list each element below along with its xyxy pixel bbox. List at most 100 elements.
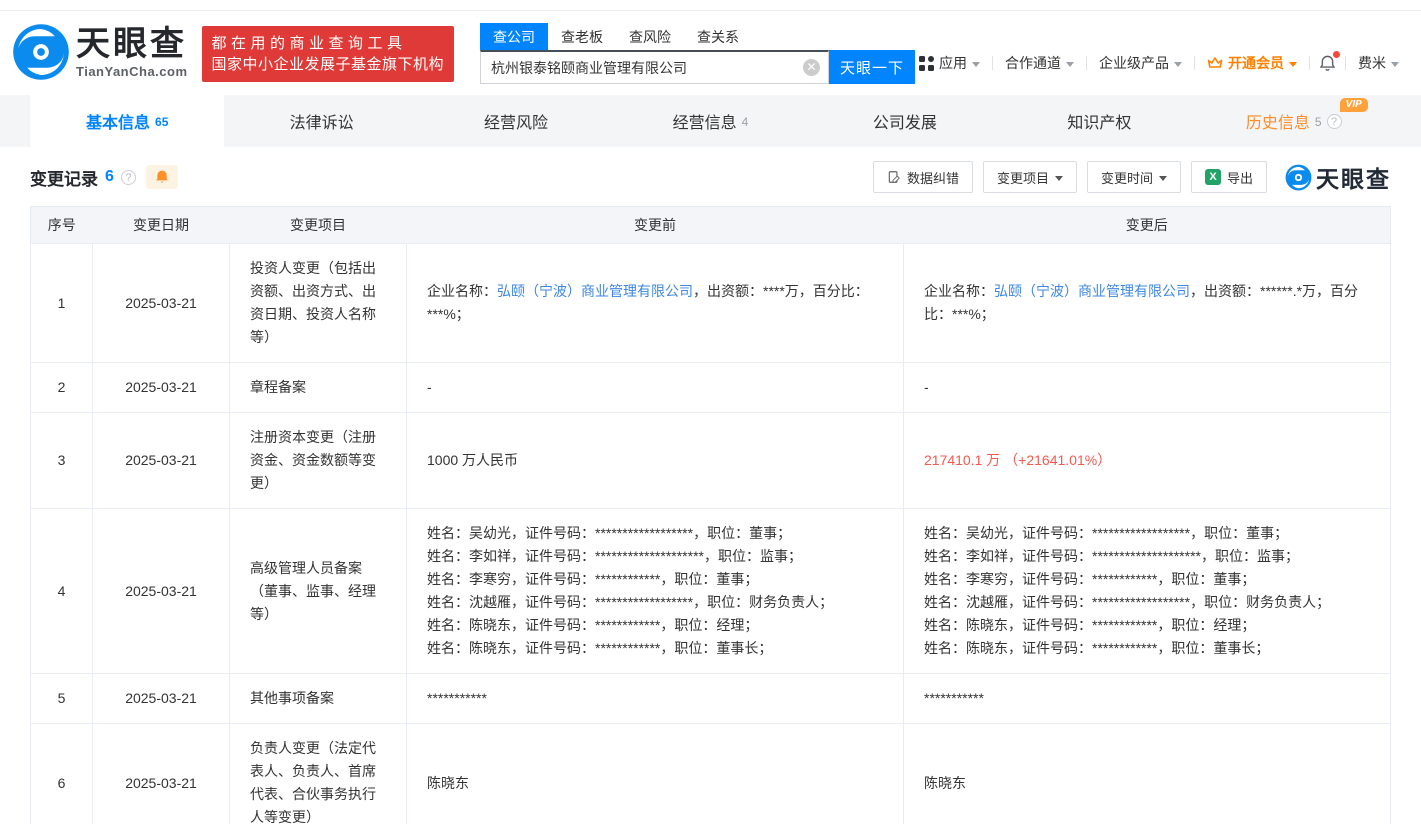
search-tab-boss[interactable]: 查老板 — [548, 23, 616, 50]
cell-before: *********** — [407, 674, 904, 724]
export-button[interactable]: X 导出 — [1191, 161, 1267, 193]
search-button[interactable]: 天眼一下 — [829, 50, 915, 84]
table-row: 22025-03-21章程备案-- — [31, 363, 1391, 413]
help-icon[interactable]: ? — [1327, 114, 1342, 129]
tab-count: 65 — [155, 115, 168, 129]
column-header: 序号 — [31, 207, 93, 244]
cell-line: 姓名：陈晓东，证件号码：************，职位：经理； — [924, 614, 1370, 637]
company-detail-tabbar: 基本信息65法律诉讼经营风险经营信息4公司发展知识产权历史信息5?VIP — [0, 95, 1421, 147]
tab-count: 5 — [1315, 115, 1322, 129]
change-table-wrap: 序号变更日期变更项目变更前变更后 12025-03-21投资人变更（包括出资额、… — [0, 206, 1421, 824]
tab-label: 公司发展 — [873, 109, 937, 133]
cell-text: 陈晓东 — [427, 775, 469, 791]
cell-text: 姓名：沈越雁，证件号码：******************，职位：财务负责人； — [924, 594, 1330, 610]
tab-label: 经营信息 — [673, 109, 737, 133]
site-header: 天眼查 TianYanCha.com 都在用的商业查询工具 国家中小企业发展子基… — [0, 11, 1421, 95]
cell-text: 姓名：李寒穷，证件号码：************，职位：董事； — [427, 571, 758, 587]
cell-line: 姓名：陈晓东，证件号码：************，职位：董事长； — [924, 637, 1370, 660]
tab-label: 基本信息 — [86, 109, 150, 133]
search-box: ✕ — [480, 50, 829, 84]
cell-change-date: 2025-03-21 — [93, 724, 230, 824]
nav-enterprise-products[interactable]: 企业级产品 — [1095, 53, 1186, 73]
cell-text: 1000 万人民币 — [427, 452, 518, 468]
cell-text: 姓名：陈晓东，证件号码：************，职位：经理； — [924, 617, 1255, 633]
tab-label: 历史信息 — [1246, 109, 1310, 133]
nav-open-membership[interactable]: 开通会员 — [1203, 53, 1301, 73]
tianyancha-logo[interactable]: 天眼查 TianYanCha.com — [12, 23, 188, 81]
nav-divider — [1194, 56, 1195, 70]
nav-divider — [1309, 56, 1310, 70]
change-project-filter[interactable]: 变更项目 — [983, 161, 1077, 193]
cell-index: 3 — [31, 413, 93, 509]
search-input[interactable] — [491, 60, 803, 76]
cell-text: - — [924, 379, 929, 395]
tab-历史信息[interactable]: 历史信息5?VIP — [1197, 95, 1391, 147]
cell-line: - — [427, 376, 883, 399]
tab-公司发展[interactable]: 公司发展 — [808, 95, 1002, 147]
tab-基本信息[interactable]: 基本信息 65 — [30, 95, 224, 147]
subscribe-bell-button[interactable] — [146, 165, 178, 189]
company-link[interactable]: 弘颐（宁波）商业管理有限公司 — [497, 283, 693, 299]
cell-change-item: 负责人变更（法定代表人、负责人、首席代表、合伙事务执行人等变更） — [230, 724, 407, 824]
data-correction-button[interactable]: 数据纠错 — [873, 161, 973, 193]
tab-label: 法律诉讼 — [290, 109, 354, 133]
brand-domain: TianYanCha.com — [76, 64, 188, 79]
cell-line: 企业名称：弘颐（宁波）商业管理有限公司，出资额：****万，百分比：***%； — [427, 280, 883, 326]
nav-user-account[interactable]: 费米 — [1354, 53, 1403, 73]
company-link[interactable]: 弘颐（宁波）商业管理有限公司 — [994, 283, 1190, 299]
nav-apps[interactable]: 应用 — [915, 53, 984, 73]
cell-line: 陈晓东 — [924, 772, 1370, 795]
search-tab-risk[interactable]: 查风险 — [616, 23, 684, 50]
search-area: 查公司 查老板 查风险 查关系 ✕ 天眼一下 — [480, 23, 915, 84]
tab-法律诉讼[interactable]: 法律诉讼 — [224, 95, 418, 147]
chevron-down-icon — [1174, 62, 1182, 67]
top-divider — [0, 0, 1421, 11]
cell-index: 1 — [31, 244, 93, 363]
search-tab-relation[interactable]: 查关系 — [684, 23, 752, 50]
tab-label: 经营风险 — [484, 109, 548, 133]
cell-text: 姓名：陈晓东，证件号码：************，职位：董事长； — [427, 640, 772, 656]
excel-icon: X — [1205, 169, 1221, 185]
cell-line: 陈晓东 — [427, 772, 883, 795]
cell-after: *********** — [904, 674, 1391, 724]
cell-change-item: 章程备案 — [230, 363, 407, 413]
clear-search-icon[interactable]: ✕ — [803, 59, 820, 76]
nav-cooperation[interactable]: 合作通道 — [1001, 53, 1078, 73]
tianyancha-logo-icon — [1285, 164, 1312, 191]
cell-change-item: 注册资本变更（注册资金、资金数额等变更） — [230, 413, 407, 509]
tab-经营信息[interactable]: 经营信息4 — [613, 95, 807, 147]
cell-line: 姓名：吴幼光，证件号码：******************，职位：董事； — [427, 522, 883, 545]
table-row: 32025-03-21注册资本变更（注册资金、资金数额等变更）1000 万人民币… — [31, 413, 1391, 509]
cell-change-date: 2025-03-21 — [93, 674, 230, 724]
cell-line: *********** — [924, 687, 1370, 710]
cell-line: 姓名：李寒穷，证件号码：************，职位：董事； — [427, 568, 883, 591]
table-row: 62025-03-21负责人变更（法定代表人、负责人、首席代表、合伙事务执行人等… — [31, 724, 1391, 824]
bell-icon — [154, 169, 170, 185]
cell-text: 姓名：陈晓东，证件号码：************，职位：董事长； — [924, 640, 1269, 656]
cell-index: 4 — [31, 509, 93, 674]
cell-text: 姓名：沈越雁，证件号码：******************，职位：财务负责人； — [427, 594, 833, 610]
slogan-line2: 国家中小企业发展子基金旗下机构 — [212, 54, 445, 75]
cell-line: 姓名：李寒穷，证件号码：************，职位：董事； — [924, 568, 1370, 591]
notification-bell[interactable] — [1318, 54, 1337, 73]
help-icon[interactable]: ? — [121, 170, 136, 185]
cell-text: 姓名：吴幼光，证件号码：******************，职位：董事； — [427, 525, 791, 541]
cell-change-date: 2025-03-21 — [93, 363, 230, 413]
change-time-filter[interactable]: 变更时间 — [1087, 161, 1181, 193]
crown-icon — [1207, 56, 1223, 70]
cell-index: 6 — [31, 724, 93, 824]
cell-before: - — [407, 363, 904, 413]
search-tab-company[interactable]: 查公司 — [480, 23, 548, 50]
cell-line: 1000 万人民币 — [427, 449, 883, 472]
column-header: 变更后 — [904, 207, 1391, 244]
cell-change-item: 高级管理人员备案（董事、监事、经理等） — [230, 509, 407, 674]
chevron-down-icon — [972, 62, 980, 67]
cell-after: 陈晓东 — [904, 724, 1391, 824]
cell-index: 5 — [31, 674, 93, 724]
top-navigation: 应用 合作通道 企业级产品 开通会员 费米 — [915, 53, 1403, 73]
cell-line: 企业名称：弘颐（宁波）商业管理有限公司，出资额：******.*万，百分比：**… — [924, 280, 1370, 326]
tab-经营风险[interactable]: 经营风险 — [419, 95, 613, 147]
notification-dot — [1333, 51, 1340, 58]
cell-line: 姓名：陈晓东，证件号码：************，职位：董事长； — [427, 637, 883, 660]
tab-知识产权[interactable]: 知识产权 — [1002, 95, 1196, 147]
